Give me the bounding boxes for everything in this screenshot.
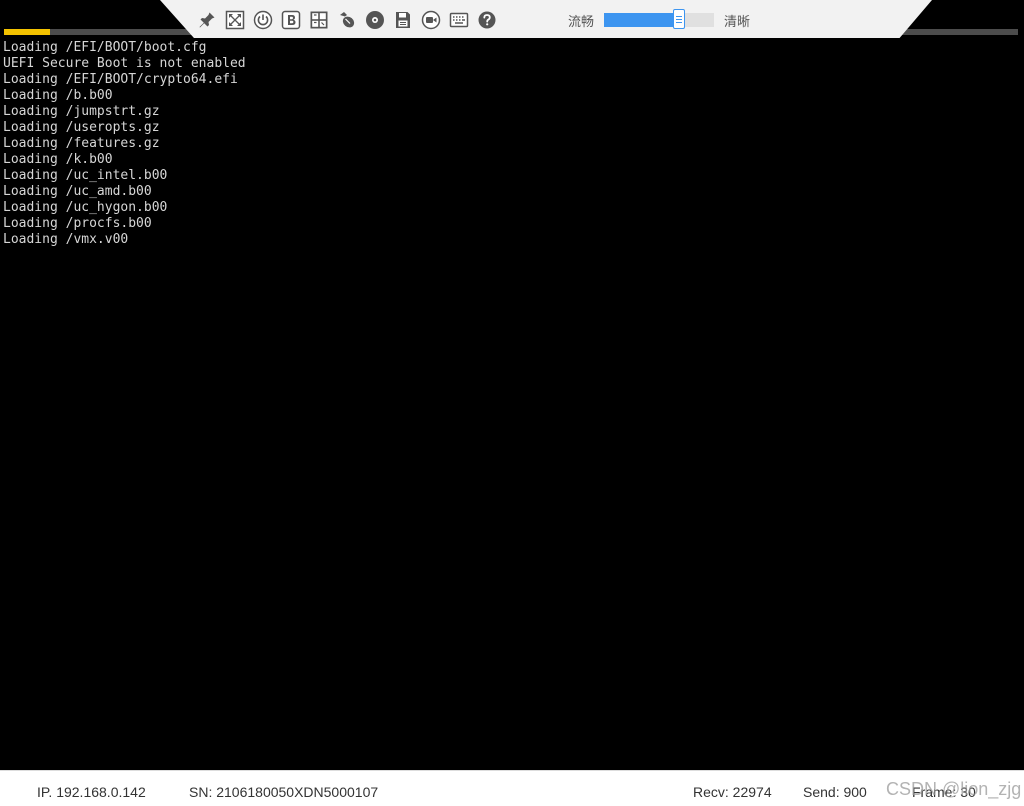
boot-log-line: Loading /vmx.v00 [3,232,129,247]
bold-b-icon[interactable] [281,10,301,30]
remote-console-screen[interactable]: 流畅 清晰 Loading /EFI/BOOT/boot.cfg UEFI Sec… [0,0,1024,770]
boot-log-line: Loading /jumpstrt.gz [3,104,160,119]
serial-number: SN: 2106180050XDN5000107 [189,784,379,800]
watermark: CSDN @lion_zjg [886,779,1022,799]
boot-log-line: Loading /b.b00 [3,88,113,103]
boot-log-line: Loading /useropts.gz [3,120,160,135]
boot-log-line: Loading /procfs.b00 [3,216,152,231]
connection-progress-bar [4,29,194,35]
cd-drive-icon[interactable] [365,10,385,30]
quality-slider-thumb[interactable] [672,9,685,29]
boot-log-line: Loading /features.gz [3,136,160,151]
boot-log-line: Loading /uc_intel.b00 [3,168,168,183]
shortcut-keys-icon[interactable] [309,10,329,30]
floppy-icon[interactable] [393,10,413,30]
quality-slider[interactable] [604,9,715,29]
pin-icon[interactable] [197,10,217,30]
recv-counter: Recv: 22974 [693,784,772,800]
boot-log-line: UEFI Secure Boot is not enabled [3,56,246,71]
send-counter: Send: 900 [803,784,867,800]
image-quality-control: 流畅 清晰 [568,8,750,32]
toolbar-icons [197,8,505,32]
status-bar: IP. 192.168.0.142 SN: 2106180050XDN50001… [0,770,1024,806]
boot-log-line: Loading /EFI/BOOT/boot.cfg [3,40,207,55]
boot-log-line: Loading /EFI/BOOT/crypto64.efi [3,72,238,87]
quality-slider-fill [604,13,679,27]
mouse-icon[interactable] [337,10,357,30]
right-track-bar [902,29,1018,35]
keyboard-icon[interactable] [449,10,469,30]
boot-log: Loading /EFI/BOOT/boot.cfg UEFI Secure Bo… [3,40,246,248]
record-icon[interactable] [421,10,441,30]
connection-progress-fill [4,29,50,35]
help-icon[interactable] [477,10,497,30]
boot-log-line: Loading /uc_hygon.b00 [3,200,168,215]
fullscreen-icon[interactable] [225,10,245,30]
boot-log-line: Loading /k.b00 [3,152,113,167]
power-icon[interactable] [253,10,273,30]
boot-log-line: Loading /uc_amd.b00 [3,184,152,199]
ip-address: IP. 192.168.0.142 [37,784,146,800]
quality-smooth-label: 流畅 [568,14,595,30]
quality-clear-label: 清晰 [724,14,751,30]
